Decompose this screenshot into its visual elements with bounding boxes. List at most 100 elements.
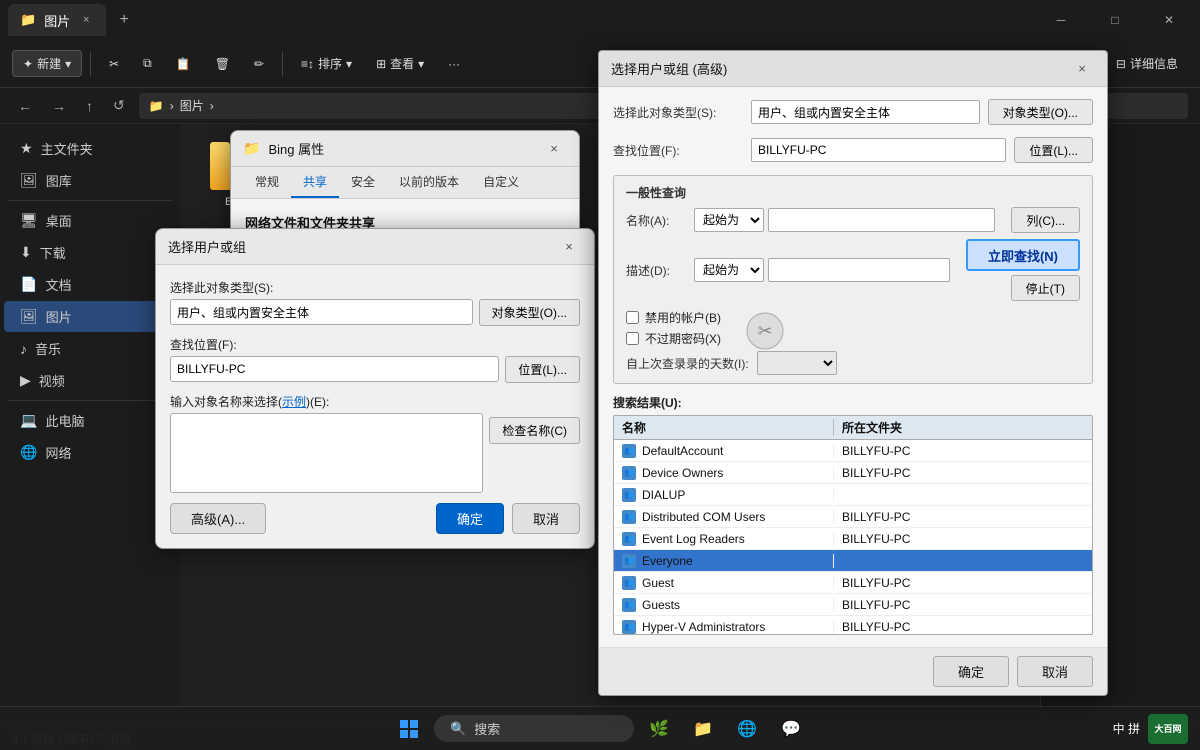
maximize-btn[interactable]: □ — [1092, 4, 1138, 36]
windows-logo-icon — [400, 720, 418, 738]
select-user-close[interactable]: × — [556, 234, 582, 260]
more-icon: ··· — [448, 57, 460, 71]
adv-ok-btn[interactable]: 确定 — [933, 656, 1009, 687]
copy-button[interactable]: ⧉ — [133, 52, 162, 75]
adv-obj-type-btn[interactable]: 对象类型(O)... — [988, 99, 1093, 125]
adv-list-btn[interactable]: 列(C)... — [1011, 207, 1080, 233]
bing-dialog-title: Bing 属性 — [268, 139, 541, 158]
rename-button[interactable]: ✏ — [244, 53, 274, 75]
select-user-cancel-btn[interactable]: 取消 — [512, 503, 580, 534]
sidebar-item-docs[interactable]: 📄 文档 — [4, 269, 176, 300]
adv-stop-btn[interactable]: 停止(T) — [1011, 275, 1080, 301]
view-button[interactable]: ⊞ 查看 ▾ — [366, 51, 434, 76]
select-user-ok-btn[interactable]: 确定 — [436, 503, 504, 534]
table-row[interactable]: 👥 DIALUP — [614, 484, 1092, 506]
table-row[interactable]: 👥 Guests BILLYFU-PC — [614, 594, 1092, 616]
sidebar-item-home[interactable]: ★ 主文件夹 — [4, 133, 176, 164]
taskbar-browser-img: 🌐 — [737, 719, 757, 739]
results-table[interactable]: 名称 所在文件夹 👥 DefaultAccount BILLYFU-PC 👥 D… — [613, 415, 1093, 635]
delete-button[interactable]: 🗑 — [205, 53, 240, 75]
group-icon: 👥 — [622, 620, 636, 634]
paste-button[interactable]: 📋 — [166, 53, 201, 75]
sidebar-item-downloads[interactable]: ⬇ 下载 — [4, 237, 176, 268]
name-example-link[interactable]: 示例 — [282, 395, 306, 409]
taskbar-chat-icon[interactable]: 💬 — [772, 710, 810, 748]
sidebar-item-videos[interactable]: ▶ 视频 — [4, 365, 176, 396]
sidebar-item-gallery[interactable]: 🖼 图库 — [4, 165, 176, 196]
start-button[interactable] — [390, 710, 428, 748]
adv-desc-filter[interactable]: 起始为 — [694, 258, 764, 282]
close-btn[interactable]: ✕ — [1146, 4, 1192, 36]
tab-close-btn[interactable]: × — [78, 12, 94, 28]
tab-label: 图片 — [44, 11, 70, 30]
adv-days-select[interactable] — [757, 351, 837, 375]
adv-disabled-checkbox[interactable] — [626, 311, 639, 324]
sidebar-item-desktop[interactable]: 🖥 桌面 — [4, 205, 176, 236]
name-input-row: 输入对象名称来选择(示例)(E): 检查名称(C) — [170, 393, 580, 493]
adv-location-btn[interactable]: 位置(L)... — [1014, 137, 1093, 163]
adv-cancel-btn[interactable]: 取消 — [1017, 656, 1093, 687]
gallery-icon: 🖼 — [20, 172, 38, 189]
group-icon: 👥 — [622, 510, 636, 524]
check-name-btn[interactable]: 检查名称(C) — [489, 417, 580, 444]
adv-name-input[interactable] — [768, 208, 995, 232]
adv-location-section: 查找位置(F): BILLYFU-PC 位置(L)... — [613, 137, 1093, 163]
taskbar-folder-icon[interactable]: 📁 — [684, 710, 722, 748]
sort-button[interactable]: ≡↕ 排序 ▾ — [291, 51, 362, 76]
bing-dialog-close[interactable]: × — [541, 136, 567, 162]
advanced-btn[interactable]: 高级(A)... — [170, 503, 266, 534]
forward-btn[interactable]: → — [46, 96, 72, 116]
table-row[interactable]: 👥 Hyper-V Administrators BILLYFU-PC — [614, 616, 1092, 635]
taskbar-explorer-icon[interactable]: 🌿 — [640, 710, 678, 748]
tab-previous[interactable]: 以前的版本 — [387, 167, 471, 198]
tab-share[interactable]: 共享 — [291, 167, 339, 198]
sidebar-item-music[interactable]: ♪ 音乐 — [4, 333, 176, 364]
sidebar-item-network[interactable]: 🌐 网络 — [4, 437, 176, 468]
adv-dialog-footer: 确定 取消 — [599, 647, 1107, 695]
table-row[interactable]: 👥 Guest BILLYFU-PC — [614, 572, 1092, 594]
adv-search-btn[interactable]: 立即查找(N) — [966, 239, 1080, 271]
obj-type-btn[interactable]: 对象类型(O)... — [479, 299, 580, 326]
taskbar: 🔍 搜索 🌿 📁 🌐 💬 中 拼 大百网 — [0, 706, 1200, 750]
name-input-field[interactable] — [170, 413, 483, 493]
cut-button[interactable]: ✂ — [99, 53, 129, 75]
more-button[interactable]: ··· — [438, 53, 470, 75]
detail-panel-btn[interactable]: ⊟ 详细信息 — [1106, 51, 1188, 76]
new-button[interactable]: ✦ 新建 ▾ — [12, 50, 82, 77]
location-value: BILLYFU-PC — [177, 362, 245, 376]
adv-query-section: 一般性查询 名称(A): 起始为 列(C)... 描述(D): 起始为 — [613, 175, 1093, 384]
tab-add-btn[interactable]: + — [110, 6, 138, 34]
explorer-tab[interactable]: 📁 图片 × — [8, 4, 106, 36]
sidebar-item-pc[interactable]: 💻 此电脑 › — [4, 405, 176, 436]
tab-general[interactable]: 常规 — [243, 167, 291, 198]
table-row[interactable]: 👥 Distributed COM Users BILLYFU-PC — [614, 506, 1092, 528]
adv-dialog-close[interactable]: × — [1069, 56, 1095, 82]
tab-custom[interactable]: 自定义 — [471, 167, 531, 198]
refresh-btn[interactable]: ↺ — [107, 95, 131, 116]
taskbar-explorer-img: 🌿 — [649, 719, 669, 739]
group-icon: 👥 — [622, 532, 636, 546]
sidebar-item-pictures[interactable]: 🖼 图片 — [4, 301, 176, 332]
table-row[interactable]: 👥 Device Owners BILLYFU-PC — [614, 462, 1092, 484]
up-btn[interactable]: ↑ — [80, 96, 99, 116]
back-btn[interactable]: ← — [12, 96, 38, 116]
result-name: Hyper-V Administrators — [642, 620, 765, 634]
taskbar-browser-icon[interactable]: 🌐 — [728, 710, 766, 748]
result-name-cell: 👥 DIALUP — [614, 488, 834, 502]
table-row[interactable]: 👥 Event Log Readers BILLYFU-PC — [614, 528, 1092, 550]
minimize-btn[interactable]: ─ — [1038, 4, 1084, 36]
result-loc-cell: BILLYFU-PC — [834, 598, 1092, 612]
adv-desc-input[interactable] — [768, 258, 950, 282]
pc-icon: 💻 — [20, 412, 37, 429]
tab-security[interactable]: 安全 — [339, 167, 387, 198]
sidebar-label-gallery: 图库 — [46, 171, 72, 190]
adv-noexpiry-checkbox[interactable] — [626, 332, 639, 345]
clock-lang: 中 拼 — [1113, 720, 1140, 737]
table-row[interactable]: 👥 DefaultAccount BILLYFU-PC — [614, 440, 1092, 462]
adv-name-filter[interactable]: 起始为 — [694, 208, 764, 232]
adv-days-row: 自上次查录录的天数(I): — [626, 351, 1080, 375]
taskbar-search[interactable]: 🔍 搜索 — [434, 715, 634, 742]
location-btn[interactable]: 位置(L)... — [505, 356, 580, 383]
adv-dialog-title: 选择用户或组 (高级) — [611, 59, 1069, 78]
table-row[interactable]: 👥 Everyone — [614, 550, 1092, 572]
